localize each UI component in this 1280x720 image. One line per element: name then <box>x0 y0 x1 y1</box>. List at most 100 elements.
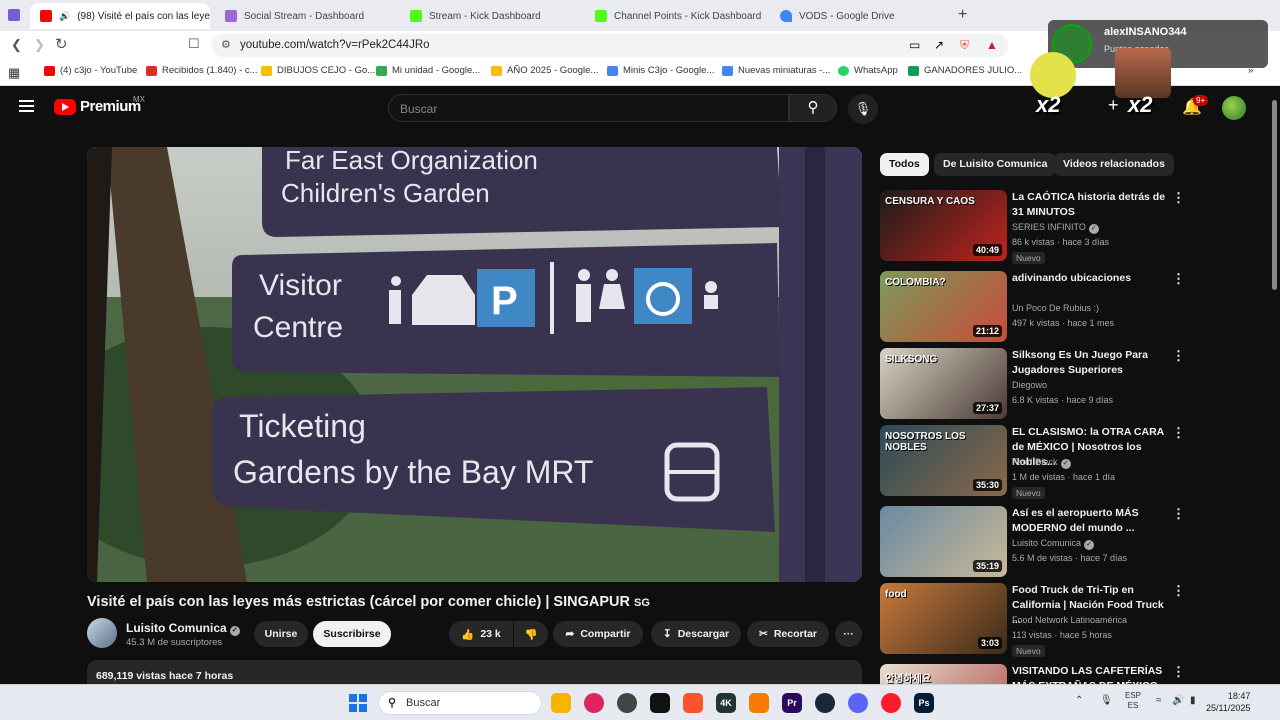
battery-icon[interactable]: ▮ <box>1190 695 1196 706</box>
volume-icon[interactable]: 🔊 <box>1172 695 1184 706</box>
subscribe-button[interactable]: Suscribirse <box>313 621 391 647</box>
related-video-item[interactable]: CENSURA Y CAOS 40:49 La CAÓTICA historia d… <box>880 190 1200 264</box>
video-thumbnail[interactable]: SILKSONG 27:37 <box>880 348 1007 419</box>
related-video-item[interactable]: food 3:03 Food Truck de Tri-Tip en Califor… <box>880 583 1200 657</box>
file-explorer-icon[interactable] <box>551 693 571 713</box>
brave-icon[interactable] <box>683 693 703 713</box>
related-video-title[interactable]: La CAÓTICA historia detrás de 31 MINUTOS <box>1012 190 1167 220</box>
related-channel-name[interactable]: Diegowo <box>1012 380 1047 390</box>
audio-icon[interactable]: 🔊 <box>59 11 70 22</box>
related-channel[interactable]: Diegowo <box>1012 380 1047 390</box>
related-video-item[interactable]: SILKSONG 27:37 Silksong Es Un Juego Para J… <box>880 348 1200 420</box>
bookmark-item[interactable]: WhatsApp <box>838 65 898 76</box>
related-channel-name[interactable]: Luisito Comunica <box>1012 538 1081 548</box>
share-icon[interactable]: ↗ <box>934 38 944 52</box>
scrollbar[interactable] <box>1270 88 1278 684</box>
share-button[interactable]: ➦ Compartir <box>553 621 643 647</box>
forward-icon[interactable]: ❯ <box>34 37 45 53</box>
kebab-menu-icon[interactable]: ⋮ <box>1172 664 1185 680</box>
download-button[interactable]: ↧ Descargar <box>651 621 741 647</box>
chip-from-channel[interactable]: De Luisito Comunica <box>934 153 1057 176</box>
back-icon[interactable]: ❮ <box>11 37 22 53</box>
like-button[interactable]: 👍 23 k <box>449 621 513 647</box>
kebab-menu-icon[interactable]: ⋮ <box>1172 271 1185 287</box>
channel-name-text[interactable]: Luisito Comunica <box>126 621 227 635</box>
install-app-icon[interactable]: ▭ <box>909 38 920 52</box>
address-bar[interactable]: ⚙ youtube.com/watch?v=rPek2C44JRo <box>212 34 1008 57</box>
site-settings-icon[interactable]: ⚙ <box>221 38 231 51</box>
avatar[interactable] <box>1222 96 1246 120</box>
bookmark-icon[interactable]: ☐ <box>188 36 200 52</box>
related-channel[interactable]: Farid Dieck ✓ <box>1012 457 1071 469</box>
bookmark-item[interactable]: Nuevas miniaturas -... <box>722 65 830 76</box>
related-channel-name[interactable]: Un Poco De Rubius :) <box>1012 303 1099 313</box>
bookmark-item[interactable]: DIBUJOS CEJO - Go... <box>261 65 375 76</box>
tray-chevron-icon[interactable]: ⌃ <box>1075 695 1083 706</box>
dislike-button[interactable]: 👎 <box>514 621 548 647</box>
bookmark-item[interactable]: Mi unidad - Google... <box>376 65 480 76</box>
related-video-title[interactable]: Así es el aeropuerto MÁS MODERNO del mun… <box>1012 506 1167 536</box>
search-input[interactable]: Buscar <box>388 94 789 122</box>
start-icon[interactable] <box>349 694 367 712</box>
related-channel[interactable]: SERIES INFINITO ✓ <box>1012 222 1099 234</box>
chat-app-icon[interactable] <box>617 693 637 713</box>
voice-search-icon[interactable]: 🎙 <box>848 94 878 124</box>
steam-icon[interactable] <box>815 693 835 713</box>
menu-icon[interactable] <box>19 100 34 112</box>
tab-kick-channel-points[interactable]: Channel Points - Kick Dashboard <box>585 3 765 29</box>
bookmark-item[interactable]: Minis C3jo - Google... <box>607 65 714 76</box>
scrollbar-thumb[interactable] <box>1272 100 1277 290</box>
language-indicator[interactable]: ESP ES <box>1125 691 1141 711</box>
related-video-title[interactable]: Silksong Es Un Juego Para Jugadores Supe… <box>1012 348 1167 378</box>
kebab-menu-icon[interactable]: ⋮ <box>1172 425 1185 441</box>
video-thumbnail[interactable]: NOSOTROS LOS NOBLES 35:30 <box>880 425 1007 496</box>
join-button[interactable]: Unirse <box>254 621 308 647</box>
clip-button[interactable]: ✂ Recortar <box>747 621 829 647</box>
related-channel[interactable]: Food Network Latinoamérica <box>1012 615 1127 625</box>
related-channel-name[interactable]: SERIES INFINITO <box>1012 222 1086 232</box>
bookmark-item[interactable]: GANADORES JULIO... <box>908 65 1022 76</box>
tab-social-stream[interactable]: Social Stream - Dashboard <box>215 3 395 29</box>
tab-youtube[interactable]: 🔊 (98) Visité el país con las leye ✕ <box>30 3 210 29</box>
kebab-menu-icon[interactable]: ⋮ <box>1172 348 1185 364</box>
taskbar-search[interactable]: ⚲ Buscar <box>378 691 542 715</box>
video-thumbnail[interactable]: food 3:03 <box>880 583 1007 654</box>
related-channel-name[interactable]: Food Network Latinoamérica <box>1012 615 1127 625</box>
kebab-menu-icon[interactable]: ⋮ <box>1172 190 1185 206</box>
video-player[interactable]: Far East Organization Children's Garden … <box>87 147 862 582</box>
media-player-icon[interactable] <box>584 693 604 713</box>
kebab-menu-icon[interactable]: ⋮ <box>1172 583 1185 599</box>
search-button[interactable]: ⚲ <box>789 94 837 122</box>
related-video-title[interactable]: adivinando ubicaciones <box>1012 271 1167 286</box>
video-thumbnail[interactable]: CENSURA Y CAOS 40:49 <box>880 190 1007 261</box>
url-text[interactable]: youtube.com/watch?v=rPek2C44JRo <box>240 39 430 51</box>
channel-avatar[interactable] <box>87 618 117 648</box>
create-icon[interactable]: + <box>1108 95 1119 116</box>
bookmark-item[interactable]: (4) c3jo - YouTube <box>44 65 137 76</box>
video-thumbnail[interactable]: COLOMBIA? 21:12 <box>880 271 1007 342</box>
chip-related[interactable]: Videos relacionados <box>1054 153 1174 176</box>
photoshop-icon[interactable]: Ps <box>914 693 934 713</box>
related-channel[interactable]: Luisito Comunica ✓ <box>1012 538 1095 550</box>
related-video-item[interactable]: NOSOTROS LOS NOBLES 35:30 EL CLASISMO: la … <box>880 425 1200 499</box>
brave-shields-icon[interactable]: ⛨ <box>960 38 969 53</box>
4k-downloader-icon[interactable]: 4K <box>716 693 736 713</box>
new-tab-button[interactable]: + <box>958 6 967 24</box>
reload-icon[interactable]: ↻ <box>55 35 68 53</box>
chip-all[interactable]: Todos <box>880 153 929 176</box>
tab-kick-stream[interactable]: Stream - Kick Dashboard <box>400 3 580 29</box>
microphone-icon[interactable]: 🎙 <box>1100 695 1113 706</box>
capcut-icon[interactable] <box>650 693 670 713</box>
more-actions-button[interactable]: ··· <box>835 621 862 647</box>
bookmark-item[interactable]: AÑO 2025 - Google... <box>491 65 598 76</box>
opera-icon[interactable] <box>881 693 901 713</box>
wifi-icon[interactable]: ≈ <box>1156 695 1162 706</box>
video-thumbnail[interactable]: 35:19 <box>880 506 1007 577</box>
clock[interactable]: 18:47 25/11/2025 <box>1206 690 1250 714</box>
related-video-item[interactable]: COLOMBIA? 21:12 adivinando ubicaciones Un P… <box>880 271 1200 343</box>
vlc-icon[interactable] <box>749 693 769 713</box>
apps-icon[interactable]: ▦ <box>8 65 20 81</box>
premiere-icon[interactable]: Pr <box>782 693 802 713</box>
tab-google-drive[interactable]: VODS - Google Drive <box>770 3 950 29</box>
related-channel-name[interactable]: Farid Dieck <box>1012 457 1058 467</box>
